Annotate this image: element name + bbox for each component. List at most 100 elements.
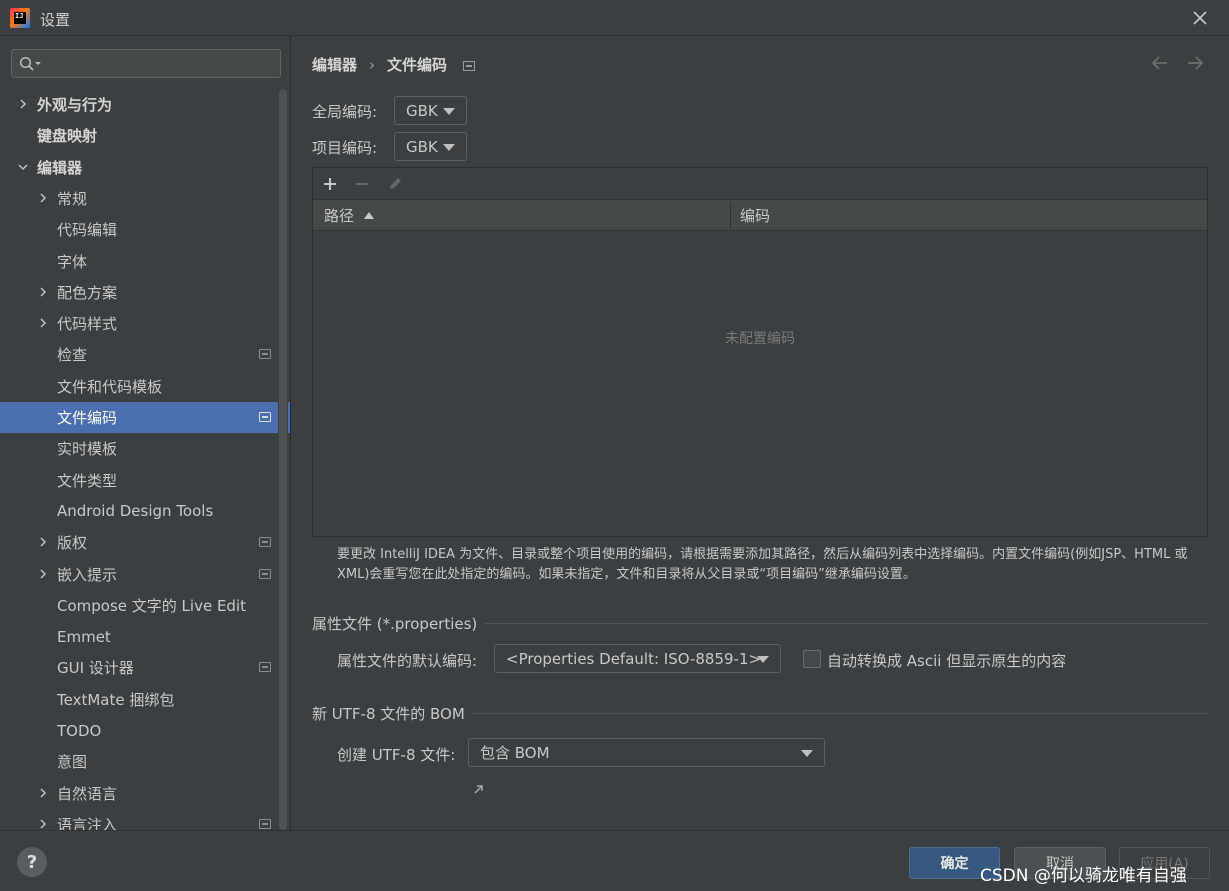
sidebar-item[interactable]: 字体 <box>0 246 290 277</box>
properties-section-title: 属性文件 (*.properties) <box>312 615 478 633</box>
sidebar-item[interactable]: 编辑器 <box>0 152 290 183</box>
sidebar-item[interactable]: 语言注入 <box>0 809 290 830</box>
sidebar-item-label: 代码样式 <box>57 315 118 334</box>
chevron-right-icon[interactable] <box>18 99 28 109</box>
sidebar-item-label: TODO <box>57 721 102 740</box>
intellij-app-icon: IJ <box>10 8 30 28</box>
project-level-icon <box>259 818 271 829</box>
sidebar-item-label: 文件类型 <box>57 471 118 490</box>
column-header-path[interactable]: 路径 <box>324 200 375 231</box>
sidebar-item[interactable]: Compose 文字的 Live Edit <box>0 590 290 621</box>
settings-search-box[interactable] <box>11 49 281 78</box>
sidebar-item-label: 配色方案 <box>57 283 118 302</box>
sidebar-item[interactable]: 文件和代码模板 <box>0 371 290 402</box>
encoding-mapping-table: 路径 编码 未配置编码 <box>312 167 1208 537</box>
add-icon[interactable] <box>320 174 340 194</box>
sidebar-item[interactable]: Emmet <box>0 621 290 652</box>
breadcrumb: 编辑器 › 文件编码 <box>312 54 476 75</box>
search-icon[interactable] <box>19 56 41 72</box>
chevron-right-icon[interactable] <box>38 537 48 547</box>
sidebar-item-label: 代码编辑 <box>57 221 118 240</box>
global-encoding-select[interactable]: GBK <box>394 96 467 125</box>
sidebar-item-label: 自然语言 <box>57 784 118 803</box>
properties-default-encoding-label: 属性文件的默认编码: <box>337 652 478 670</box>
create-utf8-files-select[interactable]: 包含 BOM <box>468 738 825 767</box>
sidebar-item-label: 键盘映射 <box>37 127 98 146</box>
sidebar-item-label: 语言注入 <box>57 815 118 830</box>
dialog-footer: ? 确定 取消 应用(A) CSDN @何以骑龙唯有自强 <box>0 830 1229 891</box>
create-utf8-files-label: 创建 UTF-8 文件: <box>337 746 456 764</box>
edit-icon[interactable] <box>385 174 405 194</box>
sidebar-item[interactable]: 代码编辑 <box>0 214 290 245</box>
chevron-down-icon <box>443 108 455 115</box>
global-encoding-value: GBK <box>406 101 438 120</box>
project-encoding-value: GBK <box>406 137 438 156</box>
close-icon[interactable] <box>1191 9 1209 27</box>
external-link-icon[interactable] <box>472 782 486 796</box>
chevron-right-icon[interactable] <box>38 193 48 203</box>
sidebar-item[interactable]: 文件类型 <box>0 465 290 496</box>
chevron-down-icon <box>801 750 813 757</box>
sidebar-item[interactable]: 嵌入提示 <box>0 559 290 590</box>
sidebar-item[interactable]: 意图 <box>0 746 290 777</box>
sidebar-item-label: 实时模板 <box>57 440 118 459</box>
project-level-icon <box>463 60 476 71</box>
settings-search-input[interactable] <box>46 54 276 74</box>
section-divider <box>484 623 1208 624</box>
global-encoding-label: 全局编码: <box>312 103 378 121</box>
chevron-right-icon[interactable] <box>38 568 48 579</box>
forward-arrow-icon[interactable] <box>1185 54 1205 72</box>
sidebar-item[interactable]: 代码样式 <box>0 308 290 339</box>
sidebar-item[interactable]: 检查 <box>0 339 290 370</box>
transparent-native-to-ascii-label[interactable]: 自动转换成 Ascii 但显示原生的内容 <box>827 650 1066 671</box>
project-encoding-label: 项目编码: <box>312 139 378 157</box>
transparent-native-to-ascii-checkbox[interactable] <box>803 650 821 668</box>
column-divider[interactable] <box>730 202 731 229</box>
chevron-right-icon[interactable] <box>38 318 48 328</box>
chevron-down-icon[interactable] <box>18 162 28 172</box>
sidebar-item[interactable]: GUI 设计器 <box>0 652 290 683</box>
sidebar-item[interactable]: 配色方案 <box>0 277 290 308</box>
sidebar-item[interactable]: 实时模板 <box>0 433 290 464</box>
help-button[interactable]: ? <box>17 847 47 877</box>
table-header: 路径 编码 <box>313 200 1207 231</box>
chevron-down-icon <box>443 144 455 151</box>
project-level-icon <box>259 568 271 579</box>
settings-sidebar: 外观与行为键盘映射编辑器常规代码编辑字体配色方案代码样式检查 文件和代码模板 文件编… <box>0 36 291 830</box>
empty-table-text: 未配置编码 <box>725 331 795 347</box>
properties-default-encoding-select[interactable]: <Properties Default: ISO-8859-1> <box>494 644 781 673</box>
sidebar-item-label: TextMate 捆绑包 <box>57 690 175 709</box>
sidebar-item[interactable]: 文件编码 <box>0 402 290 433</box>
remove-icon[interactable] <box>352 174 372 194</box>
chevron-right-icon[interactable] <box>38 287 48 297</box>
sidebar-item[interactable]: 外观与行为 <box>0 89 290 120</box>
sidebar-item-label: 编辑器 <box>37 158 83 177</box>
sidebar-item[interactable]: 常规 <box>0 183 290 214</box>
sidebar-item-label: 字体 <box>57 252 88 271</box>
breadcrumb-parent[interactable]: 编辑器 <box>312 54 357 75</box>
sidebar-scrollbar[interactable] <box>278 89 288 830</box>
project-level-icon <box>259 412 271 422</box>
table-body[interactable]: 未配置编码 <box>313 232 1207 536</box>
sidebar-item-label: GUI 设计器 <box>57 659 134 678</box>
sidebar-scroll-thumb[interactable] <box>279 89 287 830</box>
sidebar-item[interactable]: 自然语言 <box>0 778 290 809</box>
back-arrow-icon[interactable] <box>1150 54 1170 72</box>
sidebar-item-label: 外观与行为 <box>37 96 113 114</box>
sidebar-item-label: Emmet <box>57 627 111 646</box>
sidebar-item[interactable]: Android Design Tools <box>0 496 290 527</box>
column-header-encoding-label: 编码 <box>740 207 771 225</box>
column-header-encoding[interactable]: 编码 <box>740 200 770 231</box>
table-toolbar <box>313 168 1207 200</box>
csdn-watermark: CSDN @何以骑龙唯有自强 <box>980 866 1187 886</box>
sidebar-item-label: 常规 <box>57 189 88 208</box>
project-level-icon <box>259 349 271 360</box>
sidebar-item[interactable]: TODO <box>0 715 290 746</box>
sidebar-item[interactable]: 键盘映射 <box>0 120 290 151</box>
bom-section-title: 新 UTF-8 文件的 BOM <box>312 705 465 723</box>
project-encoding-select[interactable]: GBK <box>394 132 467 161</box>
sidebar-item[interactable]: 版权 <box>0 527 290 558</box>
chevron-right-icon[interactable] <box>38 819 48 829</box>
sidebar-item[interactable]: TextMate 捆绑包 <box>0 684 290 715</box>
chevron-right-icon[interactable] <box>38 788 48 798</box>
